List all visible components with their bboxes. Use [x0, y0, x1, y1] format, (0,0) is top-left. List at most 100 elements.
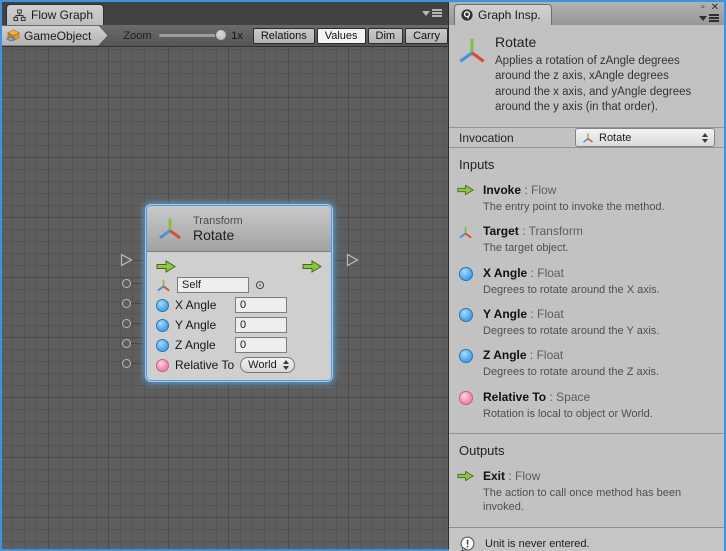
- warning-bar: Unit is never entered.: [449, 527, 724, 551]
- entry-name: Relative To: [483, 390, 546, 404]
- output-entry-exit: Exit : Flow The action to call once meth…: [457, 469, 714, 515]
- entry-description: Rotation is local to object or World.: [483, 407, 653, 421]
- tab-graph-inspector[interactable]: Graph Insp.: [454, 4, 552, 25]
- float-port-icon: [459, 308, 473, 322]
- gameobject-icon: [6, 29, 21, 43]
- window-controls: ▫ ✕: [699, 3, 719, 22]
- invoke-port-icon[interactable]: [156, 260, 176, 273]
- entry-type: Flow: [531, 183, 556, 197]
- value-port-circle-icon: [122, 299, 131, 308]
- float-port-icon[interactable]: [156, 319, 169, 332]
- toolbar-buttons: Relations Values Dim Carry: [253, 28, 448, 44]
- flow-port-triangle-icon: [346, 253, 359, 267]
- flow-port-row: [156, 260, 322, 273]
- entry-separator: :: [519, 224, 529, 238]
- inputs-section: Inputs Invoke : Flow The entry point to …: [449, 147, 724, 433]
- tab-flow-graph[interactable]: Flow Graph: [6, 4, 104, 25]
- dim-button[interactable]: Dim: [368, 28, 404, 44]
- float-port-icon: [459, 349, 473, 363]
- hamburger-icon: [709, 14, 719, 22]
- z-angle-label: Z Angle: [175, 338, 229, 352]
- z-angle-field[interactable]: 0: [235, 337, 287, 353]
- close-icon[interactable]: ✕: [711, 3, 719, 13]
- entry-description: Degrees to rotate around the Z axis.: [483, 365, 659, 379]
- flow-port-triangle-icon: [120, 253, 133, 267]
- dropdown-spinner-icon: [283, 360, 289, 370]
- external-flow-output-port[interactable]: [334, 253, 359, 267]
- flow-panel-menu-icon[interactable]: [422, 9, 442, 17]
- hamburger-icon: [432, 9, 442, 17]
- relative-to-dropdown[interactable]: World: [240, 357, 295, 373]
- y-angle-field[interactable]: 0: [235, 317, 287, 333]
- entry-type: Float: [537, 348, 564, 362]
- x-angle-row: X Angle 0: [156, 297, 322, 313]
- object-picker-icon[interactable]: ⊙: [255, 279, 265, 291]
- value-port-circle-icon: [122, 319, 131, 328]
- entry-description: Degrees to rotate around the X axis.: [483, 283, 660, 297]
- inspector-menu-icon[interactable]: [699, 14, 719, 22]
- external-flow-input-port[interactable]: [120, 253, 145, 267]
- relative-to-row: Relative To World: [156, 357, 322, 373]
- relations-button[interactable]: Relations: [253, 28, 315, 44]
- graph-inspector-icon: [461, 9, 473, 21]
- port-connector-line: [131, 363, 143, 364]
- rotate-node[interactable]: Transform Rotate: [146, 205, 332, 381]
- tab-flow-graph-label: Flow Graph: [31, 8, 93, 22]
- values-button[interactable]: Values: [317, 28, 366, 44]
- float-port-icon[interactable]: [156, 299, 169, 312]
- external-x-angle-port[interactable]: [122, 299, 143, 308]
- input-entry-relative-to: Relative To : Space Rotation is local to…: [457, 390, 714, 421]
- port-connector-line: [131, 303, 143, 304]
- flow-port-icon: [457, 470, 474, 482]
- entry-name: Exit: [483, 469, 505, 483]
- entry-description: The action to call once method has been …: [483, 486, 701, 515]
- target-field[interactable]: Self: [177, 277, 249, 293]
- external-relative-to-port[interactable]: [122, 359, 143, 368]
- entry-name: Target: [483, 224, 519, 238]
- zoom-slider-knob[interactable]: [215, 29, 227, 41]
- chevron-down-icon: [699, 16, 707, 21]
- port-connector-line: [131, 323, 143, 324]
- entry-separator: :: [527, 307, 537, 321]
- input-entry-target: Target : Transform The target object.: [457, 224, 714, 255]
- invocation-dropdown[interactable]: Rotate: [575, 128, 715, 147]
- node-title: Rotate: [193, 227, 243, 243]
- entry-name: Y Angle: [483, 307, 527, 321]
- relative-to-label: Relative To: [175, 358, 234, 372]
- entry-description: The target object.: [483, 241, 583, 255]
- inspector-body: Rotate Applies a rotation of zAngle degr…: [449, 25, 724, 549]
- outputs-header: Outputs: [459, 443, 714, 458]
- float-port-icon[interactable]: [156, 339, 169, 352]
- exit-port-icon[interactable]: [302, 260, 322, 273]
- relative-to-value: World: [248, 359, 277, 371]
- port-connector-line: [334, 260, 346, 261]
- enum-port-icon: [459, 391, 473, 405]
- input-entry-invoke: Invoke : Flow The entry point to invoke …: [457, 183, 714, 214]
- rotate-node-header[interactable]: Transform Rotate: [147, 206, 331, 252]
- unit-description: Applies a rotation of zAngle degrees aro…: [495, 54, 701, 115]
- minimize-icon[interactable]: ▫: [701, 3, 705, 13]
- entry-separator: :: [527, 348, 537, 362]
- float-port-icon: [459, 267, 473, 281]
- enum-port-icon[interactable]: [156, 359, 169, 372]
- entry-description: Degrees to rotate around the Y axis.: [483, 324, 659, 338]
- graph-canvas[interactable]: Transform Rotate: [2, 47, 448, 549]
- carry-button[interactable]: Carry: [405, 28, 448, 44]
- zoom-slider[interactable]: [159, 34, 224, 37]
- unit-title-section: Rotate Applies a rotation of zAngle degr…: [449, 25, 724, 127]
- entry-type: Float: [537, 266, 564, 280]
- entry-type: Space: [556, 390, 590, 404]
- flow-graph-toolbar: GameObject Zoom 1x Relations Values Dim …: [2, 25, 448, 47]
- value-port-circle-icon: [122, 279, 131, 288]
- flow-graph-panel: Flow Graph GameObject Zoom 1x: [2, 2, 448, 549]
- flow-port-icon: [457, 184, 474, 196]
- entry-description: The entry point to invoke the method.: [483, 200, 665, 214]
- warning-icon: [459, 536, 476, 551]
- x-angle-field[interactable]: 0: [235, 297, 287, 313]
- transform-icon: [157, 216, 183, 242]
- external-target-port[interactable]: [122, 279, 143, 288]
- external-z-angle-port[interactable]: [122, 339, 143, 348]
- breadcrumb-gameobject[interactable]: GameObject: [2, 26, 107, 46]
- outputs-section: Outputs Exit : Flow The action to call o…: [449, 433, 724, 527]
- external-y-angle-port[interactable]: [122, 319, 143, 328]
